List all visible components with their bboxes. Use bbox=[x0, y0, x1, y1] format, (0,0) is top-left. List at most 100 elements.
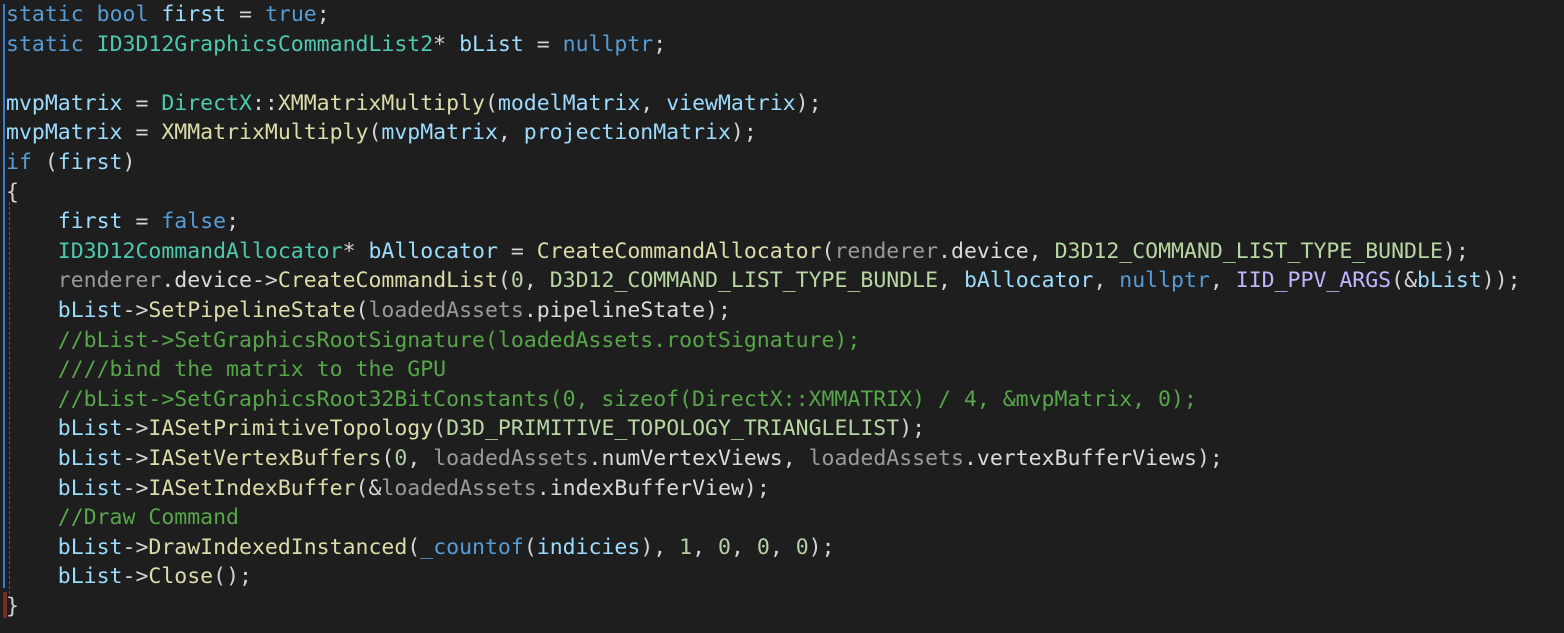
code-token: = bbox=[122, 120, 162, 146]
code-token: * bbox=[433, 31, 460, 57]
code-token: indexBufferView bbox=[549, 475, 744, 501]
code-line[interactable]: static bool first = true; bbox=[6, 0, 1521, 30]
code-line[interactable]: bList->IASetPrimitiveTopology(D3D_PRIMIT… bbox=[6, 414, 1521, 444]
code-token: * bbox=[342, 238, 369, 264]
code-token: 0 bbox=[394, 445, 408, 471]
code-token: mvpMatrix bbox=[381, 120, 498, 146]
code-token: nullptr bbox=[562, 31, 654, 57]
code-line[interactable]: mvpMatrix = XMMatrixMultiply(mvpMatrix, … bbox=[6, 118, 1521, 148]
code-token: -> bbox=[122, 534, 149, 560]
code-token: , bbox=[730, 534, 757, 560]
code-line[interactable] bbox=[6, 59, 1521, 89]
code-line[interactable]: bList->IASetVertexBuffers(0, loadedAsset… bbox=[6, 444, 1521, 474]
code-token: 0 bbox=[795, 534, 809, 560]
code-token: (& bbox=[355, 475, 382, 501]
code-token: bList bbox=[57, 564, 123, 590]
code-token: = bbox=[523, 31, 563, 57]
code-token: ( bbox=[821, 238, 835, 264]
code-token: bList bbox=[57, 445, 123, 471]
code-token: ); bbox=[795, 90, 822, 116]
code-token: ( bbox=[368, 120, 382, 146]
code-token: . bbox=[161, 268, 175, 294]
code-token: . bbox=[523, 297, 537, 323]
code-token: bList bbox=[1417, 268, 1482, 294]
code-token: { bbox=[6, 179, 19, 205]
code-token: D3D12_COMMAND_LIST_TYPE_BUNDLE bbox=[1054, 238, 1443, 264]
code-token: , bbox=[1209, 268, 1236, 294]
change-marker-bar bbox=[3, 4, 5, 588]
code-token: if bbox=[6, 149, 32, 175]
code-token: ; bbox=[316, 2, 330, 27]
code-token: 0 bbox=[510, 268, 524, 294]
code-line[interactable]: if (first) bbox=[6, 148, 1521, 178]
code-token: , bbox=[497, 120, 524, 146]
code-lines[interactable]: static bool first = true; static ID3D12Gr… bbox=[6, 0, 1521, 621]
code-line[interactable]: bList->Close(); bbox=[6, 562, 1521, 592]
code-token: . bbox=[963, 445, 977, 471]
code-token: renderer bbox=[834, 238, 939, 264]
code-token: first bbox=[161, 2, 227, 27]
code-token: IASetVertexBuffers bbox=[148, 445, 382, 471]
code-token: } bbox=[6, 593, 19, 619]
code-line[interactable]: } bbox=[6, 592, 1521, 622]
code-token: nullptr bbox=[1119, 268, 1210, 294]
code-line[interactable]: //bList->SetGraphicsRootSignature(loaded… bbox=[6, 326, 1521, 356]
code-token: static bbox=[6, 2, 84, 27]
code-token: static bbox=[6, 31, 84, 57]
code-token: -> bbox=[122, 475, 149, 501]
code-token: , bbox=[769, 534, 796, 560]
code-line[interactable]: renderer.device->CreateCommandList(0, D3… bbox=[6, 266, 1521, 296]
code-token: . bbox=[588, 445, 602, 471]
code-line[interactable]: ID3D12CommandAllocator* bAllocator = Cre… bbox=[6, 237, 1521, 267]
code-token: , bbox=[938, 268, 964, 294]
code-line[interactable]: mvpMatrix = DirectX::XMMatrixMultiply(mo… bbox=[6, 89, 1521, 119]
code-token: , bbox=[782, 445, 809, 471]
code-token: IASetPrimitiveTopology bbox=[148, 416, 434, 442]
code-token: indicies bbox=[536, 534, 641, 560]
code-line[interactable]: { bbox=[6, 178, 1521, 208]
code-token: -> bbox=[122, 416, 149, 442]
code-token: CreateCommandList bbox=[277, 268, 498, 294]
code-token: bList bbox=[57, 416, 123, 442]
code-token: bList bbox=[57, 297, 123, 323]
code-line[interactable]: //bList->SetGraphicsRoot32BitConstants(0… bbox=[6, 385, 1521, 415]
code-line[interactable]: //Draw Command bbox=[6, 503, 1521, 533]
code-token: true bbox=[264, 2, 317, 27]
code-line[interactable]: ////bind the matrix to the GPU bbox=[6, 355, 1521, 385]
code-token: )); bbox=[1481, 268, 1521, 294]
code-line[interactable]: static ID3D12GraphicsCommandList2* bList… bbox=[6, 30, 1521, 60]
code-line[interactable]: bList->DrawIndexedInstanced(_countof(ind… bbox=[6, 533, 1521, 563]
code-token: ID3D12GraphicsCommandList2 bbox=[96, 31, 434, 57]
code-editor[interactable]: static bool first = true; static ID3D12Gr… bbox=[0, 0, 1564, 633]
code-token: XMMatrixMultiply bbox=[277, 90, 485, 116]
code-token: //Draw Command bbox=[57, 505, 239, 531]
code-token: loadedAssets bbox=[433, 445, 589, 471]
code-token: , bbox=[640, 90, 667, 116]
code-token: numVertexViews bbox=[601, 445, 783, 471]
code-token: = bbox=[226, 2, 265, 27]
code-token: 0 bbox=[756, 534, 770, 560]
code-line[interactable]: bList->SetPipelineState(loadedAssets.pip… bbox=[6, 296, 1521, 326]
code-line[interactable]: bList->IASetIndexBuffer(&loadedAssets.in… bbox=[6, 474, 1521, 504]
code-token: ); bbox=[1196, 445, 1223, 471]
code-token: first bbox=[57, 209, 123, 235]
code-token: ( bbox=[523, 534, 537, 560]
code-line[interactable]: first = false; bbox=[6, 207, 1521, 237]
code-token: -> bbox=[122, 297, 149, 323]
code-token: projectionMatrix bbox=[523, 120, 731, 146]
code-token: bAllocator bbox=[368, 238, 498, 264]
code-token: IID_PPV_ARGS bbox=[1235, 268, 1392, 294]
code-token: D3D12_COMMAND_LIST_TYPE_BUNDLE bbox=[549, 268, 939, 294]
code-token: bool bbox=[96, 2, 149, 27]
